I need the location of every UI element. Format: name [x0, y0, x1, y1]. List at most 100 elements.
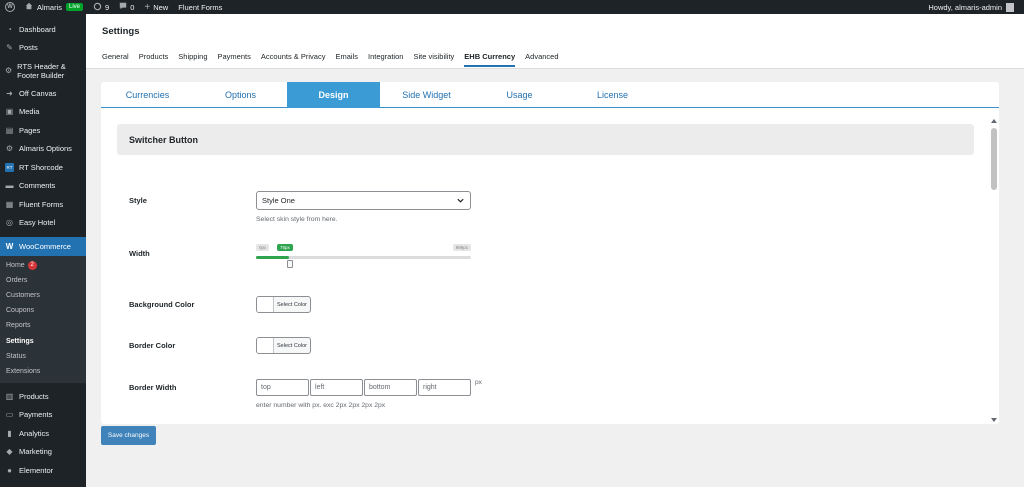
dashboard-icon: ◔	[7, 24, 12, 34]
submenu-item-customers[interactable]: Customers	[0, 288, 86, 303]
submenu-item-status[interactable]: Status	[0, 349, 86, 364]
tab-site-visibility[interactable]: Site visibility	[413, 52, 454, 67]
sidebar-item-products[interactable]: ▥ Products	[0, 387, 86, 406]
inner-tab-side-widget[interactable]: Side Widget	[380, 82, 473, 108]
tab-accounts-privacy[interactable]: Accounts & Privacy	[261, 52, 326, 67]
width-slider[interactable]: 0px 75px 999px	[256, 244, 471, 270]
sidebar-item-label: Fluent Forms	[19, 199, 64, 209]
slider-value-label: 75px	[277, 244, 293, 251]
sidebar-item-posts[interactable]: ✎ Posts	[0, 39, 86, 58]
border-color-label: Border Color	[129, 341, 176, 350]
comments-link[interactable]: 0	[114, 0, 139, 14]
sidebar-item-off-canvas[interactable]: ➜ Off Canvas	[0, 84, 86, 103]
submenu-item-label: Home	[6, 261, 25, 269]
settings-header: Settings General Products Shipping Payments…	[86, 14, 1024, 69]
tab-payments[interactable]: Payments	[218, 52, 251, 67]
inner-tab-options[interactable]: Options	[194, 82, 287, 108]
currency-inner-tabs: Currencies Options Design Side Widget Usage L…	[101, 82, 999, 108]
sidebar-item-comments[interactable]: ▬ Comments	[0, 177, 86, 196]
new-content-link[interactable]: + New	[139, 0, 173, 14]
submenu-item-home[interactable]: Home 2	[0, 258, 86, 273]
tab-emails[interactable]: Emails	[335, 52, 358, 67]
inner-tab-currencies[interactable]: Currencies	[101, 82, 194, 108]
slider-handle[interactable]	[287, 260, 293, 268]
scroll-up-icon[interactable]	[991, 119, 997, 123]
submenu-item-coupons[interactable]: Coupons	[0, 303, 86, 318]
sidebar-item-label: RT Shorcode	[19, 162, 63, 172]
tab-general[interactable]: General	[102, 52, 129, 67]
site-name-link[interactable]: Almaris Live	[20, 0, 88, 14]
chevron-down-icon	[457, 198, 464, 203]
elementor-icon: ●	[7, 465, 12, 475]
style-label: Style	[129, 196, 147, 205]
analytics-icon: ▮	[7, 428, 12, 438]
submenu-item-extensions[interactable]: Extensions	[0, 364, 86, 379]
sidebar-item-label: Comments	[19, 181, 56, 191]
sidebar-item-label: Dashboard	[19, 24, 56, 34]
sidebar-item-payments[interactable]: ▭ Payments	[0, 406, 86, 425]
sidebar-item-label: Analytics	[19, 428, 50, 438]
sidebar-item-dashboard[interactable]: ◔ Dashboard	[0, 20, 86, 39]
tab-shipping[interactable]: Shipping	[178, 52, 207, 67]
tab-integration[interactable]: Integration	[368, 52, 403, 67]
main-content: Settings General Products Shipping Payments…	[86, 14, 1024, 487]
updates-link[interactable]: 9	[88, 0, 114, 14]
save-changes-button[interactable]: Save changes	[101, 426, 156, 445]
sidebar-item-woocommerce[interactable]: W WooCommerce	[0, 237, 86, 256]
slider-max-label: 999px	[452, 244, 471, 251]
inner-tab-design[interactable]: Design	[287, 82, 380, 108]
border-width-bottom-input[interactable]: bottom	[364, 379, 417, 396]
fluent-forms-label: Fluent Forms	[178, 2, 223, 12]
tab-products[interactable]: Products	[139, 52, 169, 67]
comment-icon: ▬	[5, 181, 14, 191]
sidebar-item-label: Easy Hotel	[19, 218, 56, 228]
sidebar-item-media[interactable]: ▣ Media	[0, 103, 86, 122]
inner-tab-usage[interactable]: Usage	[473, 82, 566, 108]
select-color-label: Select Color	[277, 301, 307, 308]
sidebar-item-fluent-forms[interactable]: ▦ Fluent Forms	[0, 195, 86, 214]
sidebar-item-marketing[interactable]: ◆ Marketing	[0, 443, 86, 462]
sidebar-item-label: Pages	[19, 125, 41, 135]
panel-scrollbar[interactable]	[990, 118, 998, 424]
submenu-item-settings[interactable]: Settings	[0, 333, 86, 348]
home-icon	[25, 2, 33, 12]
sidebar-item-analytics[interactable]: ▮ Analytics	[0, 424, 86, 443]
gear-icon: ⚙	[5, 144, 14, 154]
sidebar-item-pages[interactable]: ▤ Pages	[0, 121, 86, 140]
submenu-item-label: Orders	[6, 276, 28, 284]
border-width-right-input[interactable]: right	[418, 379, 471, 396]
scroll-down-icon[interactable]	[991, 418, 997, 422]
sidebar-item-almaris-options[interactable]: ⚙ Almaris Options	[0, 140, 86, 159]
sidebar-item-label: Marketing	[19, 447, 52, 457]
submenu-item-orders[interactable]: Orders	[0, 273, 86, 288]
sidebar-item-rt-shorcode[interactable]: RT RT Shorcode	[0, 158, 86, 177]
style-select-value: Style One	[262, 196, 295, 205]
border-width-left-input[interactable]: left	[310, 379, 363, 396]
select-color-label: Select Color	[277, 342, 307, 349]
plus-icon: +	[144, 1, 151, 13]
tab-ehb-currency[interactable]: EHB Currency	[464, 52, 516, 67]
scrollbar-thumb[interactable]	[991, 128, 997, 190]
sidebar-item-rts-header-footer-builder[interactable]: ⚙ RTS Header & Footer Builder	[0, 57, 86, 84]
border-width-top-input[interactable]: top	[256, 379, 309, 396]
border-color-picker[interactable]: Select Color	[256, 337, 311, 354]
sidebar-item-label: Products	[19, 391, 49, 401]
wordpress-logo-button[interactable]: W	[0, 0, 20, 14]
updates-icon	[93, 2, 102, 13]
submenu-item-reports[interactable]: Reports	[0, 318, 86, 333]
tab-advanced[interactable]: Advanced	[525, 52, 558, 67]
account-menu[interactable]: Howdy, almaris-admin	[928, 2, 1024, 12]
pages-icon: ▤	[5, 125, 14, 135]
site-name: Almaris	[37, 2, 63, 12]
fluent-forms-link[interactable]: Fluent Forms	[173, 0, 227, 14]
submenu-item-label: Coupons	[6, 307, 35, 315]
inner-tab-license[interactable]: License	[566, 82, 659, 108]
style-select[interactable]: Style One	[256, 191, 471, 210]
sidebar-item-label: Posts	[19, 43, 38, 53]
background-color-picker[interactable]: Select Color	[256, 296, 311, 313]
sidebar-item-label: Media	[19, 107, 40, 117]
sidebar-item-elementor[interactable]: ● Elementor	[0, 461, 86, 480]
sidebar-item-easy-hotel[interactable]: ◎ Easy Hotel	[0, 214, 86, 233]
avatar	[1006, 2, 1014, 12]
section-header: Switcher Button	[117, 124, 974, 155]
